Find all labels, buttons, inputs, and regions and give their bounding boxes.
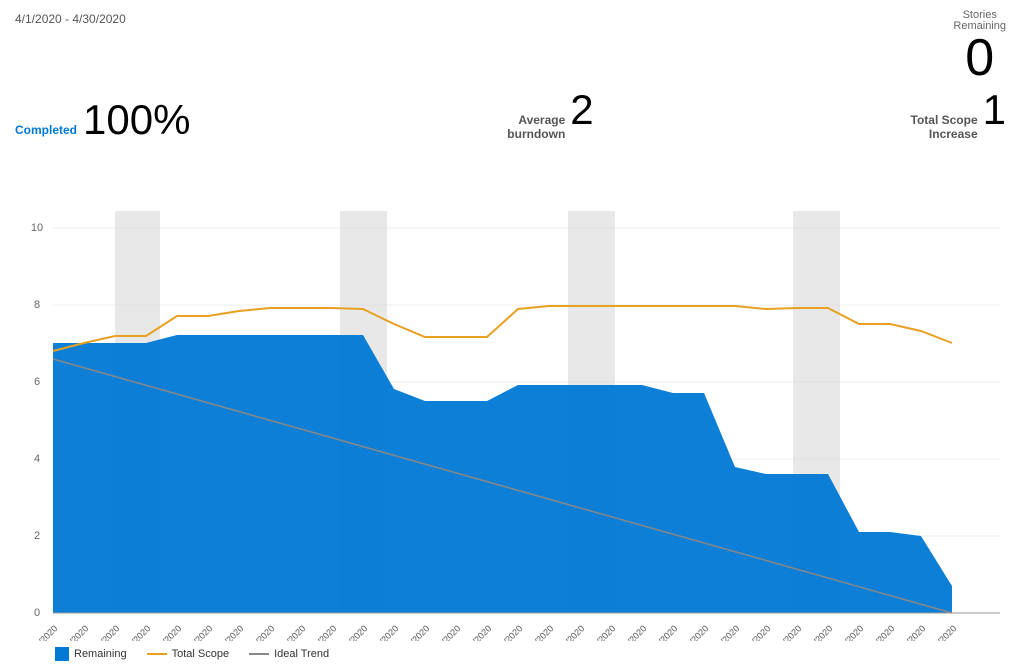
legend-ideal-trend: Ideal Trend bbox=[249, 648, 329, 660]
svg-text:4/25/2020: 4/25/2020 bbox=[768, 623, 803, 641]
svg-text:0: 0 bbox=[34, 607, 40, 619]
completed-metric: Completed 100% bbox=[15, 99, 190, 141]
svg-text:10: 10 bbox=[31, 222, 43, 234]
remaining-label: Remaining bbox=[74, 648, 127, 660]
svg-text:2: 2 bbox=[34, 530, 40, 542]
svg-text:4/29/2020: 4/29/2020 bbox=[892, 623, 927, 641]
stories-remaining-value: 0 bbox=[953, 32, 1006, 84]
ideal-trend-color-line bbox=[249, 653, 269, 655]
header-row: 4/1/2020 - 4/30/2020 StoriesRemaining 0 bbox=[15, 10, 1006, 84]
svg-text:4/11/2020: 4/11/2020 bbox=[335, 623, 370, 641]
svg-text:4/13/2020: 4/13/2020 bbox=[396, 623, 431, 641]
svg-text:4/10/2020: 4/10/2020 bbox=[303, 623, 338, 641]
svg-text:4/6/2020: 4/6/2020 bbox=[183, 623, 215, 641]
svg-text:4/9/2020: 4/9/2020 bbox=[276, 623, 308, 641]
svg-text:4/15/2020: 4/15/2020 bbox=[458, 623, 493, 641]
total-scope-metric: Total ScopeIncrease 1 bbox=[911, 89, 1006, 141]
svg-text:8: 8 bbox=[34, 299, 40, 311]
chart-legend: Remaining Total Scope Ideal Trend bbox=[15, 647, 1006, 661]
svg-text:4/21/2020: 4/21/2020 bbox=[644, 623, 679, 641]
svg-text:4/2/2020: 4/2/2020 bbox=[59, 623, 91, 641]
svg-text:4/19/2020: 4/19/2020 bbox=[582, 623, 617, 641]
svg-text:4/3/2020: 4/3/2020 bbox=[90, 623, 122, 641]
svg-text:4/22/2020: 4/22/2020 bbox=[675, 623, 710, 641]
total-scope-label: Total ScopeIncrease bbox=[911, 113, 978, 141]
main-container: 4/1/2020 - 4/30/2020 StoriesRemaining 0 … bbox=[0, 0, 1021, 665]
svg-text:4/26/2020: 4/26/2020 bbox=[799, 623, 834, 641]
svg-text:4/7/2020: 4/7/2020 bbox=[214, 623, 246, 641]
svg-text:4/28/2020: 4/28/2020 bbox=[861, 623, 896, 641]
svg-text:4/8/2020: 4/8/2020 bbox=[245, 623, 277, 641]
total-scope-legend-label: Total Scope bbox=[172, 648, 229, 660]
ideal-trend-label: Ideal Trend bbox=[274, 648, 329, 660]
completed-value: 100% bbox=[83, 99, 190, 141]
chart-area: 0 2 4 6 8 10 bbox=[15, 151, 1006, 641]
svg-text:4/1/2020: 4/1/2020 bbox=[28, 623, 60, 641]
svg-text:4/17/2020: 4/17/2020 bbox=[520, 623, 555, 641]
stories-remaining-widget: StoriesRemaining 0 bbox=[953, 10, 1006, 84]
svg-text:4/14/2020: 4/14/2020 bbox=[427, 623, 462, 641]
svg-text:4/27/2020: 4/27/2020 bbox=[830, 623, 865, 641]
svg-text:4: 4 bbox=[34, 453, 40, 465]
svg-text:4/20/2020: 4/20/2020 bbox=[613, 623, 648, 641]
svg-text:4/16/2020: 4/16/2020 bbox=[489, 623, 524, 641]
avg-burndown-metric: Averageburndown 2 bbox=[507, 89, 593, 141]
svg-text:6: 6 bbox=[34, 376, 40, 388]
svg-text:4/18/2020: 4/18/2020 bbox=[551, 623, 586, 641]
metrics-row: Completed 100% Averageburndown 2 Total S… bbox=[15, 89, 1006, 141]
legend-total-scope: Total Scope bbox=[147, 648, 229, 660]
date-range: 4/1/2020 - 4/30/2020 bbox=[15, 12, 126, 26]
total-scope-color-line bbox=[147, 653, 167, 655]
legend-remaining: Remaining bbox=[55, 647, 127, 661]
remaining-color-box bbox=[55, 647, 69, 661]
svg-text:4/30/2020: 4/30/2020 bbox=[923, 623, 958, 641]
completed-label: Completed bbox=[15, 123, 77, 137]
svg-text:4/24/2020: 4/24/2020 bbox=[737, 623, 772, 641]
svg-text:4/12/2020: 4/12/2020 bbox=[365, 623, 400, 641]
avg-burndown-value: 2 bbox=[570, 89, 593, 131]
svg-text:4/4/2020: 4/4/2020 bbox=[121, 623, 153, 641]
svg-text:4/23/2020: 4/23/2020 bbox=[706, 623, 741, 641]
svg-text:4/5/2020: 4/5/2020 bbox=[152, 623, 184, 641]
avg-burndown-label: Averageburndown bbox=[507, 113, 565, 141]
burndown-chart: 0 2 4 6 8 10 bbox=[15, 151, 1006, 641]
total-scope-value: 1 bbox=[983, 89, 1006, 131]
